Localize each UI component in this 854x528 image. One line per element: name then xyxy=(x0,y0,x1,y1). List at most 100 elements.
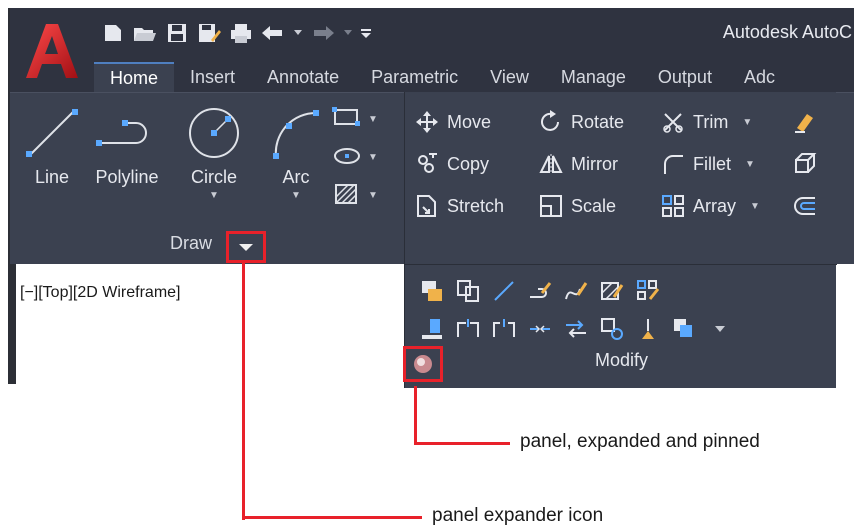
stretch-label: Stretch xyxy=(447,195,505,216)
overkill-icon[interactable] xyxy=(599,316,625,342)
arc-icon xyxy=(273,110,319,159)
callout-line-expander-vertical xyxy=(242,262,245,520)
circle-tool-button[interactable]: Circle ▼ xyxy=(184,103,244,201)
array-label: Array xyxy=(693,195,737,216)
explode-button[interactable] xyxy=(793,148,817,180)
panel-expander-icon[interactable] xyxy=(226,231,266,263)
draworder-icon[interactable] xyxy=(419,278,445,304)
trim-button[interactable]: Trim ▼ xyxy=(661,106,793,138)
scale-icon xyxy=(540,195,562,217)
tab-output[interactable]: Output xyxy=(642,62,728,92)
customize-qat-icon[interactable] xyxy=(360,21,372,45)
trim-label: Trim xyxy=(693,111,729,132)
edit-hatch-icon[interactable] xyxy=(599,278,625,304)
rectangle-tool-button[interactable]: ▼ xyxy=(332,103,378,133)
rotate-button[interactable]: Rotate xyxy=(539,106,661,138)
modify-extra-tools-row-1 xyxy=(419,278,661,304)
arc-dropdown-icon[interactable]: ▼ xyxy=(291,190,301,201)
tab-view[interactable]: View xyxy=(474,62,545,92)
arc-tool-button[interactable]: Arc ▼ xyxy=(266,103,326,201)
undo-dropdown-icon[interactable] xyxy=(292,21,304,45)
fillet-icon xyxy=(664,155,683,174)
draw-side-tools: ▼ ▼ ▼ xyxy=(332,103,378,209)
offset-icon xyxy=(794,197,815,215)
modify-row-2: Copy Mirror Fillet ▼ xyxy=(415,148,817,180)
lengthen-icon[interactable] xyxy=(491,278,517,304)
ellipse-icon xyxy=(334,148,360,164)
title-bar: Autodesk AutoC Home Insert Annotate Para… xyxy=(10,8,854,92)
callout-pinned-text: panel, expanded and pinned xyxy=(520,431,760,452)
line-tool-button[interactable]: Line xyxy=(22,103,82,188)
copy-button[interactable]: Copy xyxy=(415,148,539,180)
callout-line-pin-vertical xyxy=(414,386,417,444)
align-icon[interactable] xyxy=(419,316,445,342)
save-icon[interactable] xyxy=(164,21,190,45)
mirror-label: Mirror xyxy=(571,153,618,174)
new-file-icon[interactable] xyxy=(100,21,126,45)
redo-dropdown-icon[interactable] xyxy=(342,21,354,45)
panel-pin-icon[interactable] xyxy=(403,346,443,382)
viewport-frame xyxy=(10,264,16,384)
hatch-tool-button[interactable]: ▼ xyxy=(332,179,378,209)
open-folder-icon[interactable] xyxy=(132,21,158,45)
save-as-icon[interactable] xyxy=(196,21,222,45)
autocad-window: Autodesk AutoC Home Insert Annotate Para… xyxy=(8,8,854,388)
move-button[interactable]: Move xyxy=(415,106,539,138)
fillet-dropdown-icon[interactable]: ▼ xyxy=(745,159,755,170)
erase-button[interactable] xyxy=(793,106,817,138)
viewport-controls[interactable]: [−][Top][2D Wireframe] xyxy=(20,284,181,302)
panel-divider xyxy=(405,264,837,265)
trim-dropdown-icon[interactable]: ▼ xyxy=(742,117,752,128)
tab-add-ins[interactable]: Adc xyxy=(728,62,791,92)
arc-label: Arc xyxy=(282,167,310,187)
array-button[interactable]: Array ▼ xyxy=(661,190,793,222)
line-label: Line xyxy=(34,167,70,187)
array-icon xyxy=(662,195,684,217)
change-space-icon[interactable] xyxy=(455,278,481,304)
rotate-label: Rotate xyxy=(571,111,625,132)
circle-label: Circle xyxy=(190,167,237,187)
edit-spline-icon[interactable] xyxy=(563,278,589,304)
modify-row-3: Stretch Scale Array ▼ xyxy=(415,190,817,222)
edit-array-icon[interactable] xyxy=(635,278,661,304)
modify-panel-expanded: Move Rotate Trim ▼ Copy Mirror Fillet ▼ … xyxy=(403,92,837,388)
fillet-button[interactable]: Fillet ▼ xyxy=(661,148,793,180)
draw-panel-title: Draw xyxy=(170,233,212,254)
ellipse-dropdown-icon[interactable]: ▼ xyxy=(368,152,378,163)
tab-annotate[interactable]: Annotate xyxy=(251,62,355,92)
polyline-tool-button[interactable]: Polyline xyxy=(92,103,162,188)
break-icon[interactable] xyxy=(491,316,517,342)
tab-parametric[interactable]: Parametric xyxy=(355,62,474,92)
autocad-logo[interactable] xyxy=(20,18,82,84)
reverse-icon[interactable] xyxy=(563,316,589,342)
ellipse-tool-button[interactable]: ▼ xyxy=(332,141,378,171)
draw-panel-title-text: Draw xyxy=(170,233,213,253)
copy-icon xyxy=(418,153,437,173)
undo-icon[interactable] xyxy=(260,21,286,45)
mirror-button[interactable]: Mirror xyxy=(539,148,661,180)
join-icon[interactable] xyxy=(527,316,553,342)
explode-icon xyxy=(795,153,817,173)
break-at-point-icon[interactable] xyxy=(455,316,481,342)
modify-panel-title: Modify xyxy=(595,350,649,370)
modify-row-1: Move Rotate Trim ▼ xyxy=(415,106,817,138)
stretch-icon xyxy=(417,195,436,217)
draworder-dropdown-icon[interactable] xyxy=(707,316,733,342)
rectangle-dropdown-icon[interactable]: ▼ xyxy=(368,114,378,125)
scale-button[interactable]: Scale xyxy=(539,190,661,222)
array-dropdown-icon[interactable]: ▼ xyxy=(750,201,760,212)
tab-home[interactable]: Home xyxy=(94,62,175,92)
stretch-button[interactable]: Stretch xyxy=(415,190,539,222)
hatch-dropdown-icon[interactable]: ▼ xyxy=(368,190,378,201)
plot-print-icon[interactable] xyxy=(228,21,254,45)
tab-manage[interactable]: Manage xyxy=(545,62,642,92)
hatch-icon xyxy=(335,184,357,204)
redo-icon[interactable] xyxy=(310,21,336,45)
tab-insert[interactable]: Insert xyxy=(174,62,251,92)
bring-to-front-icon[interactable] xyxy=(671,316,697,342)
ribbon-tabs: Home Insert Annotate Parametric View Man… xyxy=(94,60,791,92)
delete-duplicates-icon[interactable] xyxy=(635,316,661,342)
circle-dropdown-icon[interactable]: ▼ xyxy=(209,190,219,201)
edit-polyline-icon[interactable] xyxy=(527,278,553,304)
offset-button[interactable] xyxy=(793,190,817,222)
